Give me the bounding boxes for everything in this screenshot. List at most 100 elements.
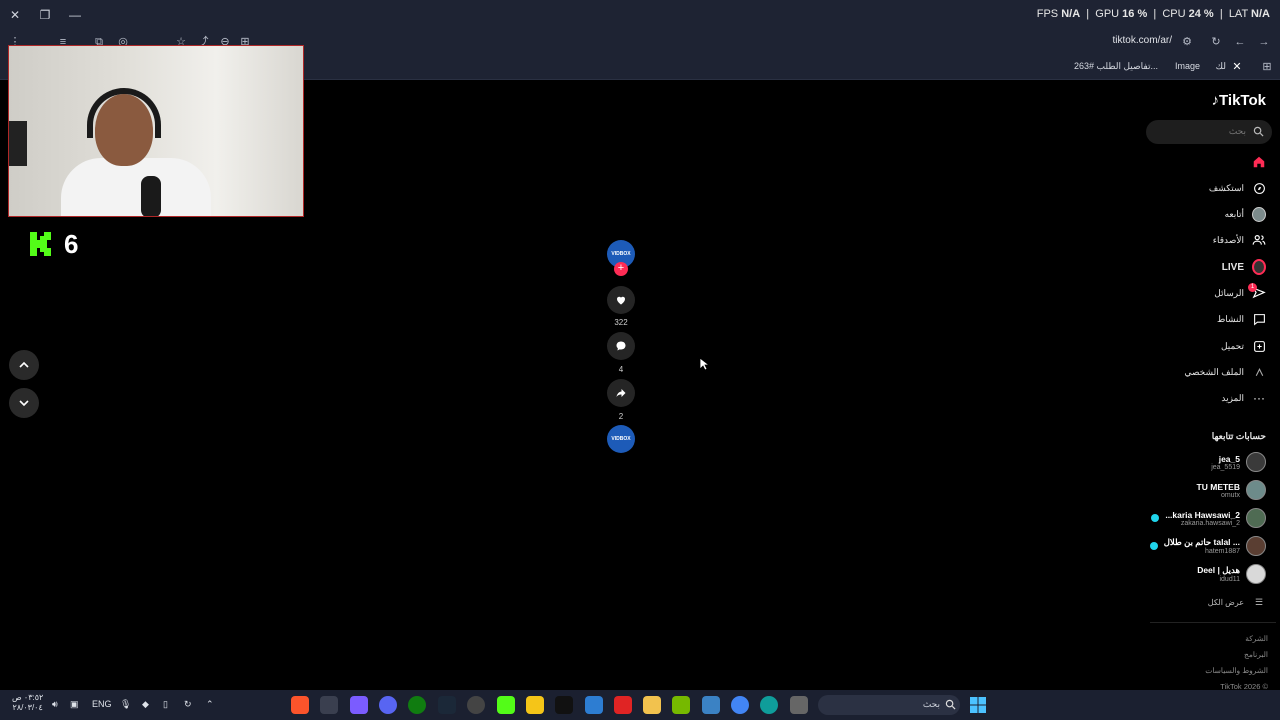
bookmark-order-details[interactable]: تفاصيل الطلب #263...	[1074, 61, 1158, 72]
nvidia-app-icon[interactable]	[555, 696, 573, 714]
edge-icon[interactable]	[760, 696, 778, 714]
following-account-row[interactable]: TU METEB omutx	[1197, 479, 1266, 501]
windows-start-icon[interactable]	[969, 696, 987, 714]
nav-profile-label: الملف الشخصي	[1184, 366, 1244, 377]
share-button[interactable]	[607, 379, 635, 407]
windows-search-input[interactable]: بحث	[818, 695, 960, 715]
account-avatar	[1246, 536, 1266, 556]
compass-icon	[1252, 181, 1266, 195]
comment-button[interactable]	[607, 332, 635, 360]
following-account-row[interactable]: ...karia Hawsawi_2 zakaria.hawsawi_2	[1151, 507, 1266, 529]
search-icon	[1253, 126, 1264, 137]
previous-video-button[interactable]	[9, 350, 39, 380]
nav-profile[interactable]: الملف الشخصي	[1184, 363, 1266, 381]
x-icon[interactable]: ✕	[1230, 60, 1244, 74]
nav-friends[interactable]: الأصدقاء	[1213, 231, 1266, 249]
close-icon[interactable]: ✕	[6, 6, 24, 24]
account-name: jea_5	[1218, 453, 1240, 464]
steam-icon[interactable]	[438, 696, 456, 714]
messages-icon: 1	[1248, 283, 1266, 300]
gpu-value: 16 %	[1122, 8, 1148, 20]
app-grid-icon[interactable]	[350, 696, 368, 714]
kick-viewer-count: 6	[64, 229, 79, 259]
chevron-up-tray-icon[interactable]: ⌃	[206, 699, 214, 710]
clock-time: ٠٣:٥٢ ص	[12, 693, 44, 702]
youtube-icon[interactable]	[614, 696, 632, 714]
search-icon	[945, 699, 956, 710]
chrome-icon[interactable]	[731, 696, 749, 714]
more-icon: ···	[1253, 391, 1265, 405]
following-account-row[interactable]: حاتم بن طلال talal ... hatem1887	[1149, 535, 1266, 557]
friends-icon	[1252, 233, 1266, 247]
cpu-label: CPU	[1162, 8, 1186, 20]
volume-icon[interactable]: 🔊︎	[52, 699, 58, 710]
follow-plus-icon[interactable]: +	[614, 262, 628, 276]
following-account-row[interactable]: Deel | هديل idud11	[1197, 563, 1266, 585]
network-icon[interactable]: ▣	[70, 699, 79, 710]
nav-activity[interactable]: النشاط	[1217, 310, 1266, 328]
account-handle: zakaria.hawsawi_2	[1180, 519, 1240, 527]
terminal-icon[interactable]	[790, 696, 808, 714]
search-input[interactable]: بحث	[1146, 120, 1272, 144]
photos-icon[interactable]	[702, 696, 720, 714]
site-settings-icon[interactable]: ⚙	[1180, 35, 1194, 49]
show-all-label: عرض الكل	[1207, 597, 1244, 607]
live-indicator-icon	[1151, 514, 1160, 522]
next-video-button[interactable]	[9, 388, 39, 418]
upload-icon	[1252, 339, 1266, 353]
footer-company[interactable]: الشركة	[1245, 634, 1268, 643]
webcam-tv	[9, 121, 27, 166]
address-bar[interactable]: tiktok.com/ar/	[1113, 35, 1172, 46]
mouse-cursor-icon	[699, 357, 709, 371]
like-button[interactable]	[607, 286, 635, 314]
footer-terms[interactable]: الشروط والسياسات	[1205, 666, 1268, 675]
back-icon[interactable]: ←	[1233, 35, 1247, 49]
nav-explore[interactable]: استكشف	[1209, 179, 1266, 197]
nav-messages[interactable]: الرسائل 1	[1214, 283, 1266, 302]
discord-icon[interactable]	[379, 696, 397, 714]
mic-tray-icon[interactable]: 🎙︎	[120, 699, 131, 710]
nav-following[interactable]: أتابعه	[1225, 205, 1266, 223]
nav-more[interactable]: المزيد ···	[1221, 389, 1266, 407]
nav-upload[interactable]: تحميل	[1221, 337, 1266, 355]
file-explorer-icon[interactable]	[643, 696, 661, 714]
music-disc-avatar[interactable]: VIDBOX	[607, 425, 635, 453]
app-tray-icon[interactable]: ◆	[142, 699, 149, 710]
messages-badge: 1	[1248, 283, 1257, 292]
nvidia-icon[interactable]	[672, 696, 690, 714]
xbox-tray-icon[interactable]	[320, 696, 338, 714]
nav-for-you[interactable]	[1244, 153, 1266, 171]
bookmark-lak[interactable]: لك	[1216, 61, 1226, 72]
forward-icon[interactable]: →	[1257, 35, 1271, 49]
live-icon	[1252, 259, 1266, 275]
rockstar-icon[interactable]	[526, 696, 544, 714]
following-account-row[interactable]: jea_5 jea_5519	[1211, 451, 1266, 473]
bookmark-image[interactable]: Image	[1175, 61, 1200, 71]
store-icon[interactable]	[585, 696, 603, 714]
minimize-icon[interactable]: —	[66, 6, 84, 24]
nav-live-label: LIVE	[1221, 261, 1244, 273]
battery-tray-icon[interactable]: ▯	[163, 699, 168, 710]
clock-app-icon[interactable]	[467, 696, 485, 714]
clock-date: ٢٨/٠٣/٠٤	[12, 703, 43, 712]
heart-icon	[617, 296, 625, 305]
lat-label: LAT	[1228, 8, 1248, 20]
activity-icon	[1252, 312, 1266, 326]
nav-friends-label: الأصدقاء	[1212, 234, 1244, 245]
footer-program[interactable]: البرنامج	[1244, 650, 1268, 659]
tiktok-logo[interactable]: ♪TikTok	[1212, 92, 1266, 109]
brave-icon[interactable]	[291, 696, 309, 714]
webcam-overlay	[8, 45, 304, 217]
language-indicator[interactable]: ENG	[92, 699, 112, 709]
sync-tray-icon[interactable]: ↻	[184, 699, 192, 710]
windows-taskbar: ٠٣:٥٢ ص ٢٨/٠٣/٠٤ 🔊︎ ▣ ENG 🎙︎ ◆ ▯ ↻ ⌃ بحث	[0, 690, 1280, 720]
apps-grid-icon[interactable]: ⊞	[1260, 60, 1274, 74]
reload-icon[interactable]: ↻	[1209, 35, 1223, 49]
nav-live[interactable]: LIVE	[1222, 258, 1266, 276]
xbox-icon[interactable]	[408, 696, 426, 714]
clock[interactable]: ٠٣:٥٢ ص ٢٨/٠٣/٠٤	[12, 693, 43, 713]
kick-app-icon[interactable]	[497, 696, 515, 714]
show-all-following[interactable]: عرض الكل ☰	[1208, 593, 1266, 611]
restore-icon[interactable]: ❐	[36, 6, 54, 24]
share-count: 2	[618, 412, 624, 421]
